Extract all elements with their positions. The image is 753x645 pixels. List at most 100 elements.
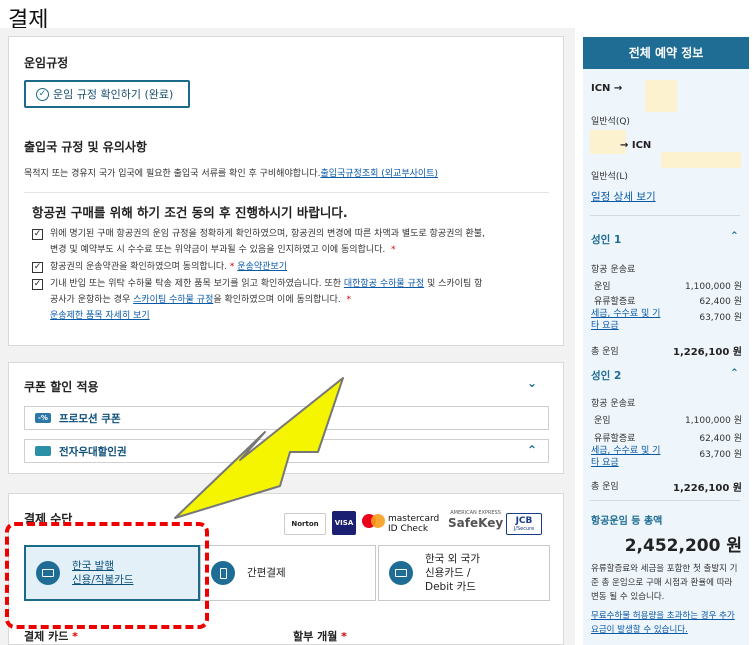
- passenger-2-toggle[interactable]: 성인 2: [591, 368, 621, 383]
- jcb-text: JCB: [515, 516, 533, 526]
- visa-secure-logo: VISA: [332, 511, 356, 535]
- agree-baggage-checkbox[interactable]: ✓: [32, 279, 43, 290]
- p1-fuel-value: 62,400 원: [699, 297, 742, 307]
- chevron-up-icon[interactable]: ⌃: [527, 443, 537, 457]
- percent-icon: -%: [35, 413, 51, 423]
- fare-rules-confirm-label: 운임 규정 확인하기 (완료): [53, 88, 174, 101]
- credit-card-icon: [389, 561, 413, 585]
- segment1-route: ICN →: [591, 83, 623, 94]
- p2-tax-link[interactable]: 세금, 수수료 및 기 타 요금: [591, 445, 660, 469]
- foreign-card-line2: 신용카드 /: [425, 567, 471, 579]
- safekey-logo: AMERICAN EXPRESS SafeKey: [448, 510, 503, 530]
- divider: [590, 215, 740, 216]
- installment-label: 할부 개월 *: [293, 628, 347, 644]
- p1-fare-group: 항공 운송료: [591, 265, 636, 275]
- p2-total-label: 총 운임: [591, 482, 619, 492]
- chevron-up-icon[interactable]: ⌃: [730, 367, 739, 379]
- redacted-block: [661, 152, 741, 168]
- divider: [24, 192, 549, 193]
- skyteam-baggage-link[interactable]: 스카이팀 수하물 규정: [133, 295, 213, 305]
- installment-label-text: 할부 개월: [293, 630, 338, 643]
- agree-terms-label: 항공권의 운송약관을 확인하였으며 동의합니다.: [50, 262, 228, 272]
- coupon-heading: 쿠폰 할인 적용: [24, 380, 99, 394]
- safekey-text: SafeKey: [448, 516, 504, 530]
- agree-fare-line2: 변경 및 예약부도 시 수수료 또는 위약금이 부과될 수 있음을 인지하였고 …: [50, 245, 386, 255]
- p2-tax-value: 63,700 원: [699, 450, 742, 460]
- fare-notice: 유류할증료와 세금을 포함한 첫 출발지 기준 총 운임으로 구매 시점과 환율…: [591, 564, 738, 602]
- visa-logo-text: VISA: [334, 519, 354, 527]
- jcb-logo: JCB J/Secure: [506, 513, 542, 535]
- restricted-items-link[interactable]: 운송제한 품목 자세히 보기: [50, 311, 150, 321]
- p2-fare-label: 운임: [594, 416, 611, 426]
- baggage-notice-link[interactable]: 무료수하물 허용량을 초과하는 경우 추가 요금이 발생할 수 있습니다.: [591, 609, 741, 637]
- carriage-rules-heading: 운임규정: [24, 56, 69, 70]
- foreign-card-line1: 한국 외 국가: [425, 553, 480, 565]
- mobile-pay-icon: [211, 561, 235, 585]
- agree-baggage-text-a: 기내 반입 또는 위탁 수하물 탁송 제한 품목 보기를 읽고 확인하였습니다.…: [50, 279, 344, 289]
- highlight-box-annotation: [5, 522, 209, 629]
- agree-fare-line1: 위에 명기된 구매 항공권의 운임 규정을 정확하게 확인하였으며, 항공권의 …: [50, 229, 485, 239]
- p2-fare-value: 1,100,000 원: [685, 416, 742, 426]
- p1-fare-value: 1,100,000 원: [685, 282, 742, 292]
- p1-fuel-label: 유류할증료: [594, 297, 636, 307]
- norton-logo-text: Norton: [291, 520, 319, 528]
- id-check-text: ID Check: [388, 524, 429, 534]
- grand-total-value: 2,452,200 원: [624, 536, 742, 556]
- card-select-label: 결제 카드 *: [24, 628, 78, 644]
- fare-rules-confirm-button[interactable]: ✓ 운임 규정 확인하기 (완료): [24, 80, 190, 108]
- card-label-text: 결제 카드: [24, 630, 69, 643]
- p1-tax-label-1: 세금, 수수료 및 기: [591, 309, 661, 319]
- chevron-up-icon[interactable]: ⌃: [730, 230, 739, 242]
- required-mark: *: [341, 630, 347, 643]
- agree-baggage-text: 기내 반입 또는 위탁 수하물 탁송 제한 품목 보기를 읽고 확인하였습니다.…: [50, 276, 555, 324]
- voucher-label: 전자우대할인권: [59, 445, 127, 458]
- entry-rules-text: 목적지 또는 경유지 국가 입국에 필요한 출입국 서류를 확인 후 구비해야합…: [24, 169, 321, 179]
- p2-fare-group: 항공 운송료: [591, 399, 636, 409]
- check-circle-icon: ✓: [36, 87, 49, 101]
- voucher-row[interactable]: 전자우대할인권: [24, 439, 549, 463]
- agreement-heading: 항공권 구매를 위해 하기 조건 동의 후 진행하시기 바랍니다.: [32, 205, 348, 220]
- required-mark: *: [229, 262, 235, 272]
- p1-fare-label: 운임: [594, 282, 611, 292]
- baggage-rules-link[interactable]: 대한항공 수하물 규정: [344, 279, 424, 289]
- redacted-block: [645, 80, 677, 112]
- agree-terms-checkbox[interactable]: ✓: [32, 262, 43, 273]
- entry-rules-heading: 출입국 규정 및 유의사항: [24, 140, 147, 154]
- entry-rules-link[interactable]: 출입국규정조회 (외교부사이트): [320, 169, 438, 179]
- p1-total-value: 1,226,100 원: [673, 347, 742, 358]
- foreign-card-label: 한국 외 국가 신용카드 / Debit 카드: [425, 552, 480, 594]
- p2-fuel-label: 유류할증료: [594, 434, 636, 444]
- agree-fare-checkbox[interactable]: ✓: [32, 229, 43, 240]
- divider: [590, 500, 740, 501]
- required-mark: *: [391, 245, 396, 255]
- payment-method-easy-pay[interactable]: 간편결제: [200, 545, 376, 601]
- grand-total-label: 항공운임 등 총액: [591, 516, 663, 527]
- agree-fare-line2-wrap: 변경 및 예약부도 시 수수료 또는 위약금이 부과될 수 있음을 인지하였고 …: [50, 242, 555, 258]
- p1-tax-link[interactable]: 세금, 수수료 및 기 타 요금: [591, 308, 660, 332]
- p2-tax-label-2: 타 요금: [591, 458, 619, 468]
- entry-rules-description: 목적지 또는 경유지 국가 입국에 필요한 출입국 서류를 확인 후 구비해야합…: [24, 166, 438, 179]
- segment2-class: 일반석(L): [591, 172, 628, 182]
- promo-coupon-label: 프로모션 쿠폰: [59, 412, 121, 425]
- p2-tax-label-1: 세금, 수수료 및 기: [591, 446, 661, 456]
- foreign-card-line3: Debit 카드: [425, 581, 476, 593]
- chevron-down-icon[interactable]: ⌄: [527, 376, 537, 390]
- agree-baggage-line2: 공사가 운항하는 경우 스카이팀 수하물 규정을 확인하였으며 이에 동의합니다…: [50, 292, 555, 308]
- voucher-icon: [35, 446, 51, 456]
- agree-fare-text: 위에 명기된 구매 항공권의 운임 규정을 정확하게 확인하였으며, 항공권의 …: [50, 226, 555, 258]
- mastercard-id-check-text: mastercard ID Check: [388, 514, 439, 534]
- required-mark: *: [346, 295, 351, 305]
- promo-coupon-row[interactable]: -% 프로모션 쿠폰: [24, 406, 549, 430]
- norton-logo: Norton: [284, 513, 326, 535]
- required-mark: *: [72, 630, 78, 643]
- summary-header: 전체 예약 정보: [583, 37, 749, 69]
- passenger-1-toggle[interactable]: 성인 1: [591, 232, 621, 247]
- payment-method-foreign-card[interactable]: 한국 외 국가 신용카드 / Debit 카드: [378, 545, 550, 601]
- terms-link[interactable]: 운송약관보기: [237, 262, 287, 272]
- p1-tax-value: 63,700 원: [699, 313, 742, 323]
- agree-terms-text: 항공권의 운송약관을 확인하였으며 동의합니다. * 운송약관보기: [50, 259, 287, 275]
- p1-total-label: 총 운임: [591, 347, 619, 357]
- itinerary-detail-link[interactable]: 일정 상세 보기: [591, 189, 656, 204]
- segment1-class: 일반석(Q): [591, 117, 630, 127]
- mastercard-logo: [362, 514, 386, 530]
